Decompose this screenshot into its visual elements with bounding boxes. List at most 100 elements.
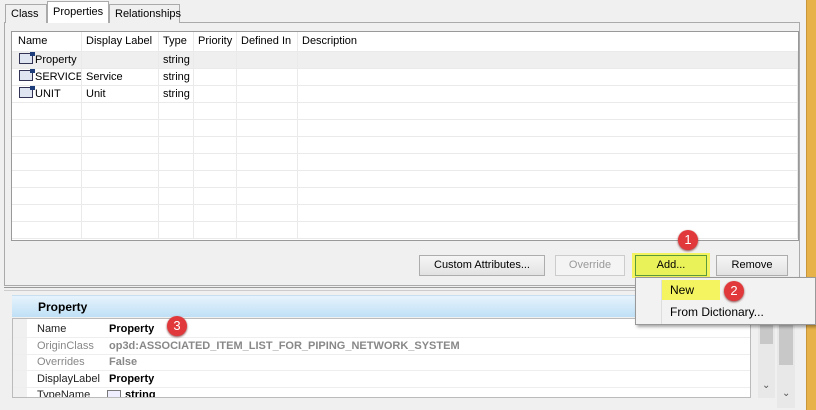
cell-name: SERVICE xyxy=(14,69,82,86)
property-row[interactable]: TypeName string xyxy=(13,388,750,397)
menu-item-from-dictionary[interactable]: From Dictionary... xyxy=(666,302,768,322)
name-text: UNIT xyxy=(35,88,61,100)
step-badge-3: 3 xyxy=(167,316,187,336)
cell xyxy=(159,171,194,188)
cell xyxy=(298,103,798,120)
property-label: OriginClass xyxy=(37,339,94,352)
cell xyxy=(237,69,298,86)
cell xyxy=(159,137,194,154)
cell xyxy=(159,103,194,120)
menu-item-new[interactable]: New xyxy=(666,280,698,300)
override-button[interactable]: Override xyxy=(555,255,625,276)
property-row[interactable]: Overrides False xyxy=(13,355,750,371)
cell xyxy=(14,137,82,154)
cell xyxy=(298,69,798,86)
property-icon xyxy=(19,86,35,98)
cell xyxy=(237,86,298,103)
scroll-down-icon[interactable]: ⌄ xyxy=(782,388,790,399)
property-row[interactable]: DisplayLabel Property xyxy=(13,372,750,388)
table-row[interactable]: Property string xyxy=(12,52,798,69)
step-badge-1: 1 xyxy=(678,230,698,250)
cell xyxy=(298,205,798,222)
properties-table: Name Display Label Type Priority Defined… xyxy=(11,31,799,241)
cell xyxy=(194,120,237,137)
cell xyxy=(298,52,798,69)
table-row[interactable] xyxy=(12,120,798,137)
property-value[interactable]: op3d:ASSOCIATED_ITEM_LIST_FOR_PIPING_NET… xyxy=(109,340,460,352)
property-value[interactable]: string xyxy=(125,389,156,397)
property-grid: Name Property OriginClass op3d:ASSOCIATED_I… xyxy=(12,318,751,398)
table-row[interactable] xyxy=(12,171,798,188)
col-type[interactable]: Type xyxy=(159,32,194,51)
cell xyxy=(237,222,298,239)
property-row[interactable]: OriginClass op3d:ASSOCIATED_ITEM_LIST_FOR… xyxy=(13,339,750,355)
cell xyxy=(82,137,159,154)
outer-scrollbar[interactable]: ⌄ xyxy=(777,318,795,408)
custom-attributes-button[interactable]: Custom Attributes... xyxy=(419,255,545,276)
cell xyxy=(298,222,798,239)
cell xyxy=(159,205,194,222)
cell xyxy=(194,205,237,222)
remove-button[interactable]: Remove xyxy=(716,255,788,276)
col-name[interactable]: Name xyxy=(14,32,82,51)
cell xyxy=(194,188,237,205)
cell xyxy=(237,137,298,154)
cell xyxy=(14,120,82,137)
cell xyxy=(237,188,298,205)
step-badge-2: 2 xyxy=(724,281,744,301)
table-row[interactable] xyxy=(12,188,798,205)
table-row[interactable]: UNIT Unit string xyxy=(12,86,798,103)
cell-name: UNIT xyxy=(14,86,82,103)
cell xyxy=(237,120,298,137)
cell xyxy=(159,222,194,239)
col-description[interactable]: Description xyxy=(298,32,798,51)
cell xyxy=(82,120,159,137)
col-display-label[interactable]: Display Label xyxy=(82,32,159,51)
cell xyxy=(159,188,194,205)
table-row[interactable] xyxy=(12,154,798,171)
cell xyxy=(82,222,159,239)
cell-type: string xyxy=(159,86,194,103)
cell xyxy=(14,154,82,171)
cell xyxy=(194,171,237,188)
cell-display-label: Service xyxy=(82,69,159,86)
tab-class[interactable]: Class xyxy=(5,4,47,23)
cell xyxy=(194,137,237,154)
table-header: Name Display Label Type Priority Defined… xyxy=(12,32,798,52)
cell xyxy=(82,188,159,205)
cell xyxy=(194,86,237,103)
cell xyxy=(14,222,82,239)
tab-properties[interactable]: Properties xyxy=(47,1,109,23)
cell xyxy=(14,188,82,205)
property-panel-title: Property xyxy=(38,300,88,314)
cell xyxy=(82,171,159,188)
table-row[interactable]: SERVICE Service string xyxy=(12,69,798,86)
property-value[interactable]: False xyxy=(109,356,137,368)
table-row[interactable] xyxy=(12,103,798,120)
type-icon xyxy=(107,390,121,397)
tab-relationships[interactable]: Relationships xyxy=(109,4,181,23)
cell xyxy=(298,171,798,188)
add-button[interactable]: Add... xyxy=(635,255,707,276)
name-text: SERVICE xyxy=(35,71,82,83)
property-label: DisplayLabel xyxy=(37,372,100,385)
cell xyxy=(194,69,237,86)
col-defined-in[interactable]: Defined In xyxy=(237,32,298,51)
cell-name: Property xyxy=(14,52,82,69)
cell xyxy=(82,154,159,171)
property-grid-scrollbar[interactable]: ⌄ xyxy=(758,318,775,398)
table-row[interactable] xyxy=(12,205,798,222)
property-icon xyxy=(19,69,35,81)
cell-type: string xyxy=(159,69,194,86)
cell-display-label xyxy=(82,52,159,69)
scroll-down-icon[interactable]: ⌄ xyxy=(762,380,770,391)
col-priority[interactable]: Priority xyxy=(194,32,237,51)
cell xyxy=(237,103,298,120)
cell xyxy=(194,103,237,120)
table-row[interactable] xyxy=(12,137,798,154)
cell-type: string xyxy=(159,52,194,69)
property-value[interactable]: Property xyxy=(109,373,154,385)
cell xyxy=(237,52,298,69)
property-value[interactable]: Property xyxy=(109,323,154,335)
cell xyxy=(298,154,798,171)
